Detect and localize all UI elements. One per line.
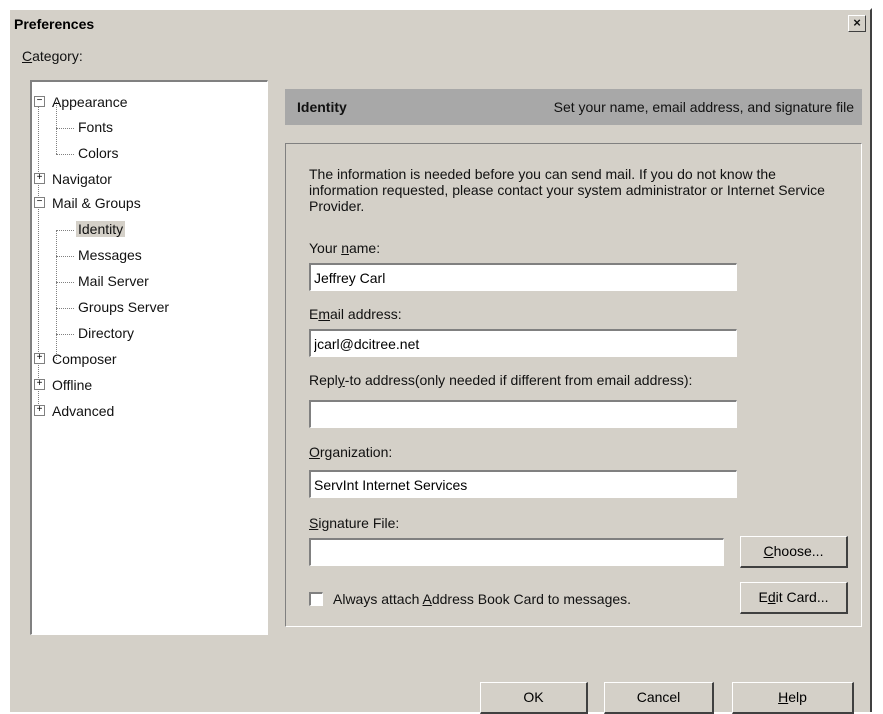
tree-item-mail-server[interactable]: Mail Server [78,273,149,289]
expand-icon[interactable]: + [34,353,45,364]
organization-field[interactable] [309,470,737,498]
panel-header: Identity Set your name, email address, a… [285,89,862,125]
collapse-icon[interactable]: − [34,197,45,208]
attach-card-label[interactable]: Always attach Address Book Card to messa… [333,591,631,607]
tree-item-fonts[interactable]: Fonts [78,119,113,135]
help-button[interactable]: Help [732,682,854,714]
organization-label: Organization: [309,444,393,460]
ok-button[interactable]: OK [480,682,588,714]
close-button[interactable]: × [848,15,866,32]
email-field[interactable] [309,329,737,357]
signature-file-label: Signature File: [309,515,400,531]
dialog-title: Preferences [14,16,95,32]
edit-card-button[interactable]: Edit Card... [740,582,848,614]
identity-panel: The information is needed before you can… [285,143,862,627]
category-tree[interactable]: − Appearance Fonts Colors + Navigator − … [30,80,268,635]
expand-icon[interactable]: + [34,379,45,390]
collapse-icon[interactable]: − [34,96,45,107]
name-field[interactable] [309,263,737,291]
tree-item-identity[interactable]: Identity [76,221,126,237]
name-label: Your name: [309,240,381,256]
tree-item-messages[interactable]: Messages [78,247,142,263]
panel-description: Set your name, email address, and signat… [553,99,854,115]
panel-title: Identity [297,99,347,115]
attach-card-checkbox[interactable] [309,592,323,606]
info-text: The information is needed before you can… [309,166,825,214]
cancel-button[interactable]: Cancel [604,682,714,714]
tree-item-colors[interactable]: Colors [78,145,118,161]
choose-button[interactable]: Choose... [740,536,848,568]
tree-item-directory[interactable]: Directory [78,325,134,341]
signature-file-field[interactable] [309,538,724,566]
preferences-dialog: Preferences × Category: − Appearance Fon… [8,8,872,714]
tree-item-groups-server[interactable]: Groups Server [78,299,169,315]
email-label: Email address: [309,306,402,322]
title-bar: Preferences × [10,10,870,38]
reply-to-field[interactable] [309,400,737,428]
category-label: Category: [22,48,83,64]
expand-icon[interactable]: + [34,173,45,184]
expand-icon[interactable]: + [34,405,45,416]
reply-to-label: Reply-to address(only needed if differen… [309,372,693,388]
